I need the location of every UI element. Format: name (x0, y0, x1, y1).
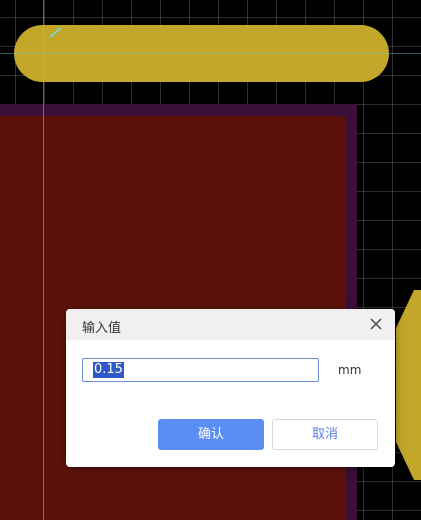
input-value-dialog: 输入值 0.15 mm 确认 取消 (66, 309, 395, 467)
confirm-button[interactable]: 确认 (158, 419, 264, 450)
octagon-pad[interactable] (396, 290, 421, 480)
dialog-header: 输入值 (66, 309, 395, 340)
cancel-button[interactable]: 取消 (272, 419, 378, 450)
close-icon[interactable] (369, 317, 383, 331)
unit-label: mm (338, 363, 362, 377)
vertical-guide-line (43, 0, 44, 520)
pcb-canvas[interactable]: 输入值 0.15 mm 确认 取消 (0, 0, 421, 520)
selected-input-text: 0.15 (93, 362, 124, 378)
horizontal-guide-line (0, 53, 421, 54)
dialog-title: 输入值 (82, 321, 122, 336)
